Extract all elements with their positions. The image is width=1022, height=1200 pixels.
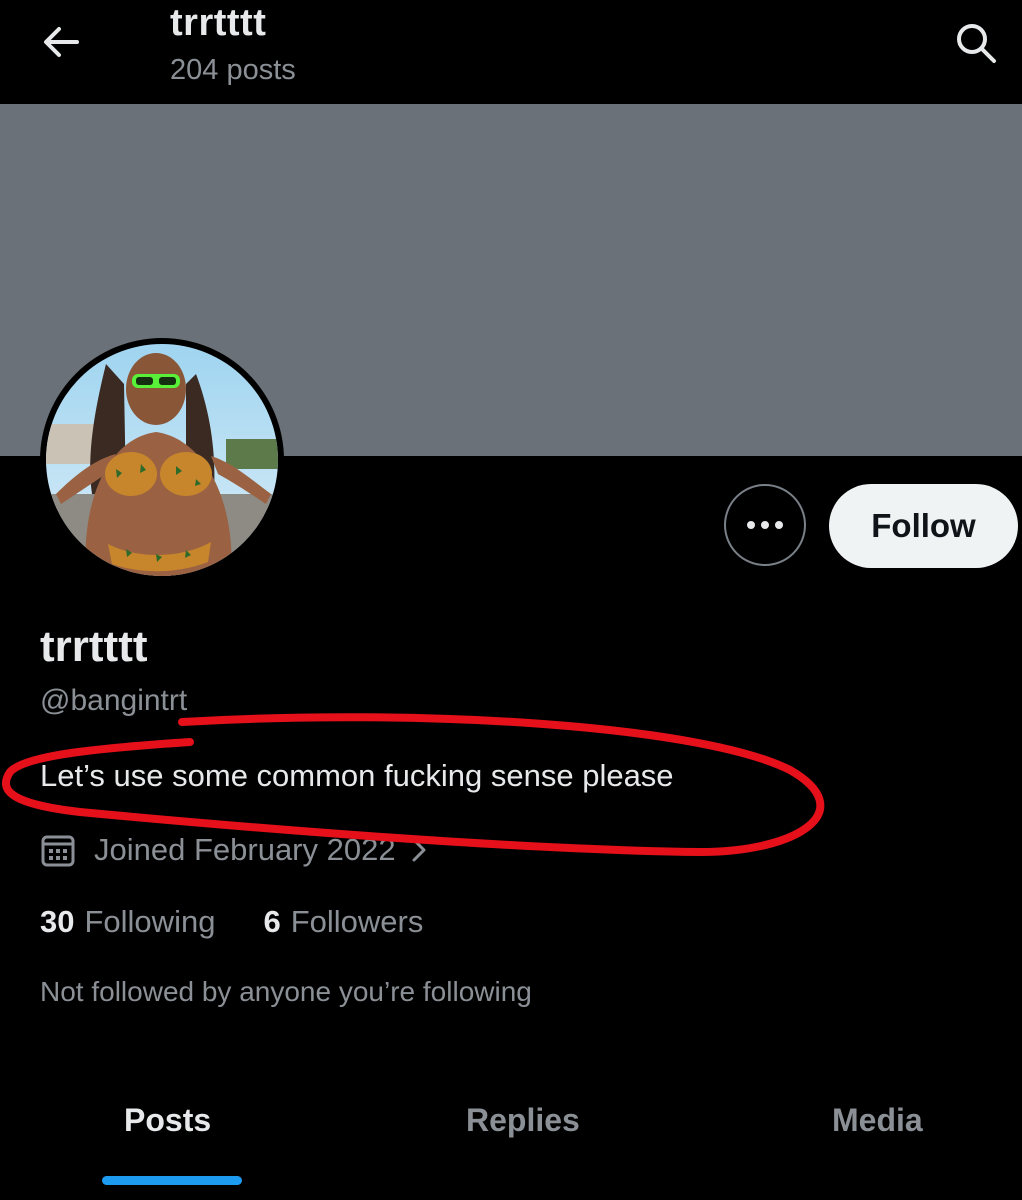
- followers-count: 6: [263, 904, 281, 939]
- following-label: Following: [84, 904, 216, 939]
- followers-label: Followers: [290, 904, 424, 939]
- tab-media[interactable]: Media: [832, 1102, 923, 1139]
- profile-bio: Let’s use some common fucking sense plea…: [40, 758, 674, 793]
- more-dots-icon: [747, 521, 783, 529]
- profile-handle: @bangintrt: [40, 684, 188, 717]
- arrow-left-icon: [44, 27, 79, 57]
- follow-stats: 30 Following 6 Followers: [40, 904, 423, 940]
- post-count: 204 posts: [170, 54, 296, 86]
- following-link[interactable]: 30 Following: [40, 904, 215, 940]
- profile-tabs: Posts Replies Media: [0, 1080, 1022, 1200]
- more-options-button[interactable]: [724, 484, 806, 566]
- avatar-photo: [46, 344, 278, 576]
- top-bar: trrtttt 204 posts: [0, 0, 1022, 102]
- back-button[interactable]: [36, 20, 86, 64]
- tab-replies[interactable]: Replies: [466, 1102, 580, 1139]
- not-followed-notice: Not followed by anyone you’re following: [40, 976, 532, 1007]
- following-count: 30: [40, 904, 75, 939]
- active-tab-indicator: [102, 1176, 242, 1185]
- followers-link[interactable]: 6 Followers: [263, 904, 423, 940]
- chevron-right-icon: [412, 838, 426, 862]
- joined-label: Joined February 2022: [94, 832, 396, 867]
- profile-display-name: trrtttt: [40, 622, 148, 671]
- search-button[interactable]: [950, 18, 1002, 68]
- follow-button[interactable]: Follow: [829, 484, 1018, 568]
- header-title: trrtttt: [170, 2, 267, 44]
- tab-posts[interactable]: Posts: [124, 1102, 211, 1139]
- search-icon: [957, 24, 996, 63]
- joined-date[interactable]: Joined February 2022: [40, 832, 428, 868]
- avatar[interactable]: [40, 338, 284, 582]
- calendar-icon: [41, 835, 75, 867]
